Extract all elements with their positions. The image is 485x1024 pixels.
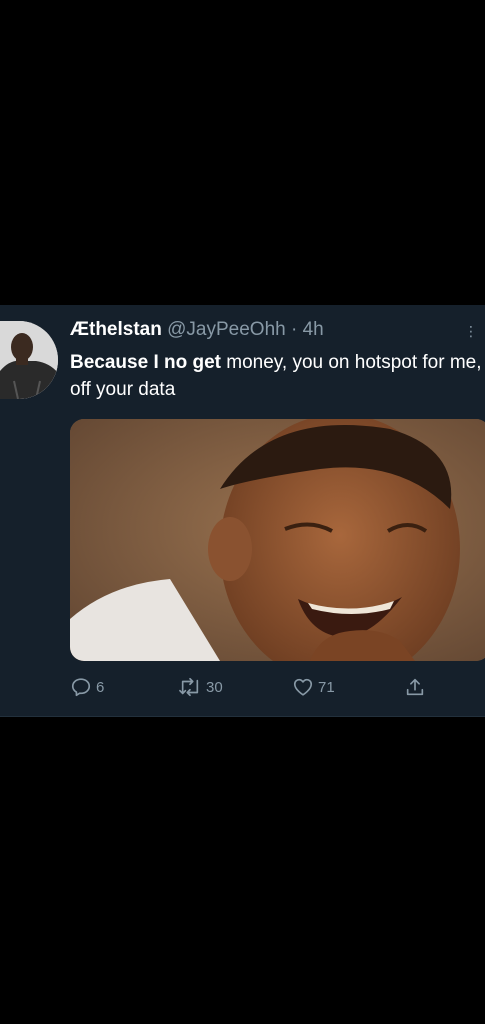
tweet-actions: 6 30 71: [70, 675, 470, 699]
handle[interactable]: @JayPeeOhh: [167, 319, 286, 340]
share-icon: [406, 678, 424, 696]
retweet-count: 30: [206, 678, 223, 696]
separator: ·: [291, 319, 298, 340]
more-options-icon[interactable]: ⋮: [464, 323, 479, 340]
retweet-icon: [179, 677, 199, 697]
share-button[interactable]: [404, 675, 430, 699]
reply-icon: [71, 678, 91, 697]
reply-count: 6: [96, 678, 105, 696]
tweet-text: Because I no get money, you on hotspot f…: [70, 349, 482, 403]
timestamp[interactable]: 4h: [303, 319, 324, 340]
display-name[interactable]: Æthelstan: [70, 319, 162, 340]
tweet-header: Æthelstan @JayPeeOhh · 4h: [70, 319, 324, 341]
tweet-card[interactable]: Æthelstan @JayPeeOhh · 4h ⋮ Because I no…: [0, 305, 485, 717]
retweet-button[interactable]: 30: [178, 675, 223, 699]
tweet-text-bold: Because I no get: [70, 352, 221, 373]
avatar[interactable]: [0, 321, 58, 399]
reply-button[interactable]: 6: [70, 675, 104, 699]
tweet-media-image[interactable]: [70, 419, 485, 661]
like-count: 71: [318, 678, 335, 696]
like-button[interactable]: 71: [292, 675, 335, 699]
heart-icon: [293, 678, 313, 696]
